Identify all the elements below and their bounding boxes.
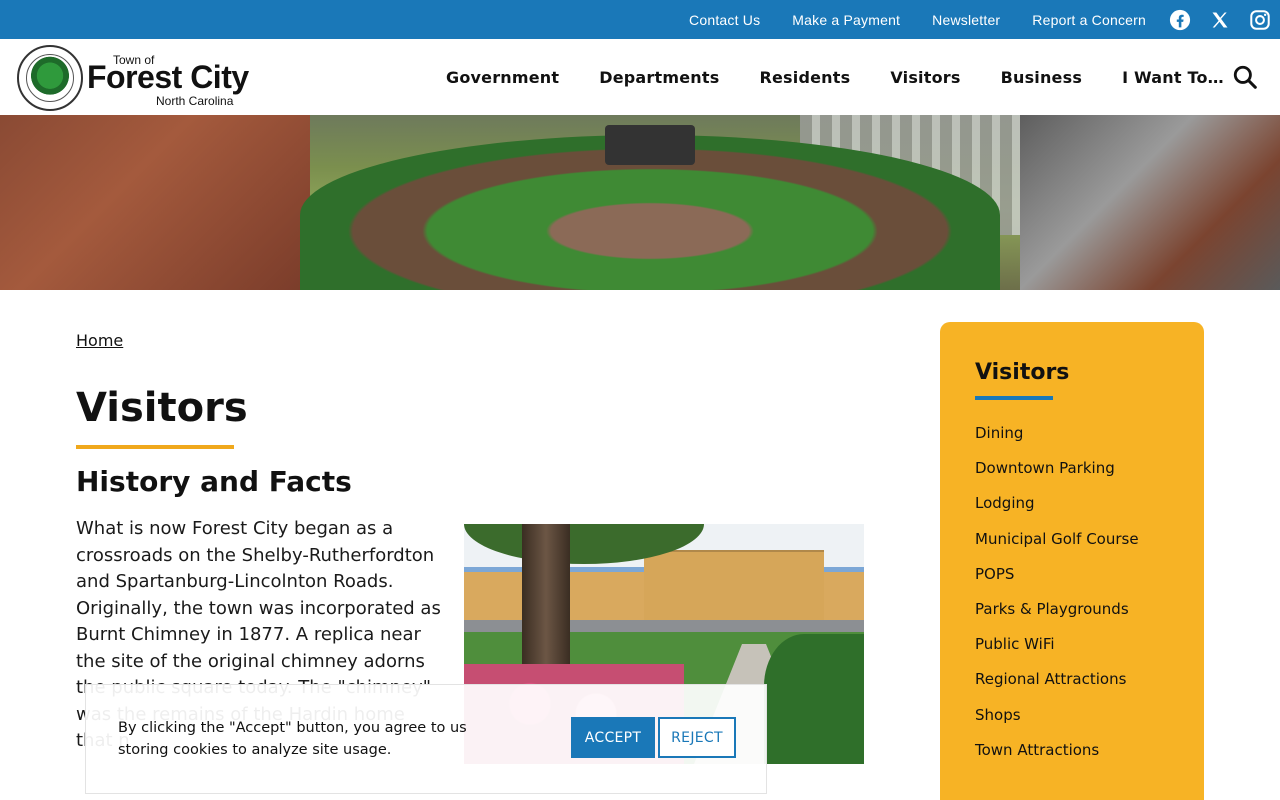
nav-business[interactable]: Business bbox=[1001, 68, 1082, 87]
nav-residents[interactable]: Residents bbox=[759, 68, 850, 87]
utility-links: Contact Us Make a Payment Newsletter Rep… bbox=[689, 0, 1280, 39]
search-icon[interactable] bbox=[1232, 64, 1258, 90]
breadcrumb-home[interactable]: Home bbox=[76, 331, 123, 350]
sidebar-item-golf-course[interactable]: Municipal Golf Course bbox=[975, 529, 1139, 564]
nav-departments[interactable]: Departments bbox=[599, 68, 719, 87]
sidebar-item-downtown-parking[interactable]: Downtown Parking bbox=[975, 458, 1139, 493]
report-concern-link[interactable]: Report a Concern bbox=[1032, 12, 1146, 28]
nav-visitors[interactable]: Visitors bbox=[890, 68, 960, 87]
sidebar-item-shops[interactable]: Shops bbox=[975, 705, 1139, 740]
nav-government[interactable]: Government bbox=[446, 68, 559, 87]
visitors-sidebar: Visitors Dining Downtown Parking Lodging… bbox=[940, 322, 1204, 800]
sidebar-title: Visitors bbox=[975, 360, 1070, 385]
town-seal-icon bbox=[17, 45, 83, 111]
section-heading: History and Facts bbox=[76, 465, 352, 498]
accept-cookies-button[interactable]: ACCEPT bbox=[571, 717, 655, 758]
reject-cookies-button[interactable]: REJECT bbox=[658, 717, 736, 758]
sidebar-item-parks[interactable]: Parks & Playgrounds bbox=[975, 599, 1139, 634]
sidebar-item-wifi[interactable]: Public WiFi bbox=[975, 634, 1139, 669]
sidebar-item-regional-attractions[interactable]: Regional Attractions bbox=[975, 669, 1139, 704]
make-payment-link[interactable]: Make a Payment bbox=[792, 12, 900, 28]
cookie-banner: By clicking the "Accept" button, you agr… bbox=[85, 684, 767, 794]
site-logo[interactable]: Town of Forest City North Carolina bbox=[17, 45, 277, 111]
sidebar-item-lodging[interactable]: Lodging bbox=[975, 493, 1139, 528]
site-header: Town of Forest City North Carolina Gover… bbox=[0, 39, 1280, 115]
facebook-icon[interactable] bbox=[1168, 8, 1192, 32]
newsletter-link[interactable]: Newsletter bbox=[932, 12, 1000, 28]
cookie-message: By clicking the "Accept" button, you agr… bbox=[118, 720, 467, 758]
social-links bbox=[1168, 8, 1272, 32]
contact-us-link[interactable]: Contact Us bbox=[689, 12, 760, 28]
sidebar-menu: Dining Downtown Parking Lodging Municipa… bbox=[975, 423, 1139, 775]
sidebar-item-town-attractions[interactable]: Town Attractions bbox=[975, 740, 1139, 775]
main-nav: Government Departments Residents Visitor… bbox=[446, 39, 1224, 115]
page-title: Visitors bbox=[76, 385, 248, 431]
instagram-icon[interactable] bbox=[1248, 8, 1272, 32]
title-underline bbox=[76, 445, 234, 449]
sidebar-item-pops[interactable]: POPS bbox=[975, 564, 1139, 599]
nav-i-want-to[interactable]: I Want To… bbox=[1122, 68, 1224, 87]
sidebar-title-underline bbox=[975, 396, 1053, 400]
x-icon[interactable] bbox=[1208, 8, 1232, 32]
logo-name: Forest City bbox=[87, 59, 249, 95]
sidebar-item-dining[interactable]: Dining bbox=[975, 423, 1139, 458]
hero-image bbox=[0, 115, 1280, 290]
utility-bar: Contact Us Make a Payment Newsletter Rep… bbox=[0, 0, 1280, 39]
logo-subtext: North Carolina bbox=[156, 94, 234, 108]
